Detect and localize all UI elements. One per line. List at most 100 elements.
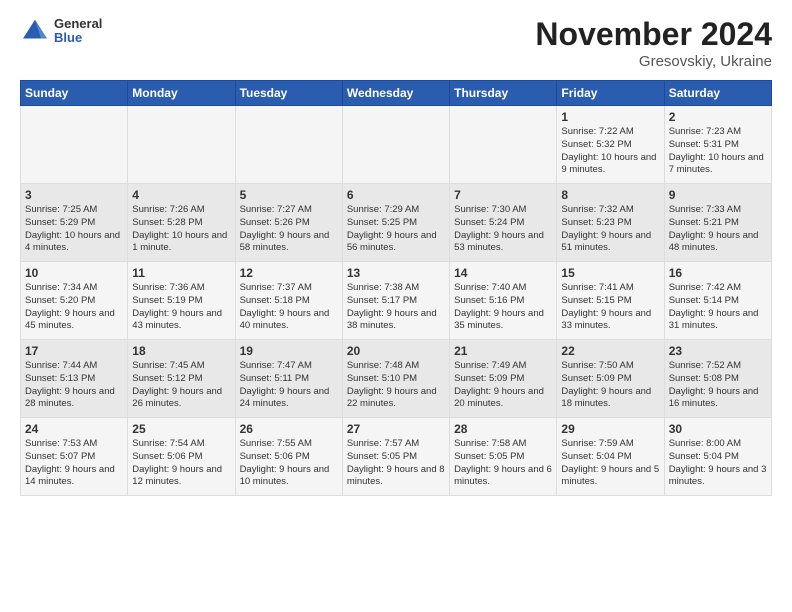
title-block: November 2024 Gresovskiy, Ukraine bbox=[535, 16, 772, 70]
day-detail: Sunrise: 7:27 AM Sunset: 5:26 PM Dayligh… bbox=[240, 204, 338, 255]
day-number: 26 bbox=[240, 422, 338, 436]
col-wednesday: Wednesday bbox=[342, 81, 449, 106]
calendar-cell: 12 Sunrise: 7:37 AM Sunset: 5:18 PM Dayli… bbox=[235, 262, 342, 340]
day-number: 20 bbox=[347, 344, 445, 358]
week-row-5: 24Sunrise: 7:53 AM Sunset: 5:07 PM Dayli… bbox=[21, 418, 772, 496]
calendar-cell: 25 Sunrise: 7:54 AM Sunset: 5:06 PM Dayli… bbox=[128, 418, 235, 496]
calendar-cell: 14 Sunrise: 7:40 AM Sunset: 5:16 PM Dayli… bbox=[450, 262, 557, 340]
col-tuesday: Tuesday bbox=[235, 81, 342, 106]
col-monday: Monday bbox=[128, 81, 235, 106]
calendar-cell: 16Sunrise: 7:42 AM Sunset: 5:14 PM Dayli… bbox=[664, 262, 771, 340]
day-detail: Sunrise: 7:53 AM Sunset: 5:07 PM Dayligh… bbox=[25, 438, 123, 489]
day-number: 27 bbox=[347, 422, 445, 436]
day-number: 29 bbox=[561, 422, 659, 436]
calendar-cell: 19Sunrise: 7:47 AM Sunset: 5:11 PM Dayli… bbox=[235, 340, 342, 418]
calendar-cell: 23 Sunrise: 7:52 AM Sunset: 5:08 PM Dayli… bbox=[664, 340, 771, 418]
calendar-cell: 26 Sunrise: 7:55 AM Sunset: 5:06 PM Dayli… bbox=[235, 418, 342, 496]
day-detail: Sunrise: 7:23 AM Sunset: 5:31 PM Dayligh… bbox=[669, 126, 767, 177]
day-number: 13 bbox=[347, 266, 445, 280]
day-detail: Sunrise: 7:54 AM Sunset: 5:06 PM Dayligh… bbox=[132, 438, 230, 489]
calendar-cell: 1 Sunrise: 7:22 AM Sunset: 5:32 PM Daylig… bbox=[557, 106, 664, 184]
week-row-4: 17Sunrise: 7:44 AM Sunset: 5:13 PM Dayli… bbox=[21, 340, 772, 418]
day-number: 8 bbox=[561, 188, 659, 202]
calendar: Sunday Monday Tuesday Wednesday Thursday… bbox=[20, 80, 772, 496]
day-number: 25 bbox=[132, 422, 230, 436]
calendar-cell bbox=[21, 106, 128, 184]
day-number: 14 bbox=[454, 266, 552, 280]
location: Gresovskiy, Ukraine bbox=[535, 53, 772, 70]
calendar-cell: 18 Sunrise: 7:45 AM Sunset: 5:12 PM Dayli… bbox=[128, 340, 235, 418]
page: General Blue November 2024 Gresovskiy, U… bbox=[0, 0, 792, 506]
col-saturday: Saturday bbox=[664, 81, 771, 106]
calendar-cell: 8 Sunrise: 7:32 AM Sunset: 5:23 PM Daylig… bbox=[557, 184, 664, 262]
calendar-cell bbox=[235, 106, 342, 184]
calendar-cell: 29 Sunrise: 7:59 AM Sunset: 5:04 PM Dayli… bbox=[557, 418, 664, 496]
calendar-cell: 15 Sunrise: 7:41 AM Sunset: 5:15 PM Dayli… bbox=[557, 262, 664, 340]
calendar-cell: 20 Sunrise: 7:48 AM Sunset: 5:10 PM Dayli… bbox=[342, 340, 449, 418]
day-detail: Sunrise: 7:48 AM Sunset: 5:10 PM Dayligh… bbox=[347, 360, 445, 411]
day-detail: Sunrise: 7:25 AM Sunset: 5:29 PM Dayligh… bbox=[25, 204, 123, 255]
calendar-header: Sunday Monday Tuesday Wednesday Thursday… bbox=[21, 81, 772, 106]
logo-icon bbox=[20, 16, 50, 46]
day-detail: Sunrise: 7:59 AM Sunset: 5:04 PM Dayligh… bbox=[561, 438, 659, 489]
logo: General Blue bbox=[20, 16, 102, 46]
day-number: 3 bbox=[25, 188, 123, 202]
day-detail: Sunrise: 7:49 AM Sunset: 5:09 PM Dayligh… bbox=[454, 360, 552, 411]
week-row-3: 10Sunrise: 7:34 AM Sunset: 5:20 PM Dayli… bbox=[21, 262, 772, 340]
logo-general: General bbox=[54, 17, 102, 31]
calendar-cell: 22 Sunrise: 7:50 AM Sunset: 5:09 PM Dayli… bbox=[557, 340, 664, 418]
day-detail: Sunrise: 7:32 AM Sunset: 5:23 PM Dayligh… bbox=[561, 204, 659, 255]
calendar-cell: 4 Sunrise: 7:26 AM Sunset: 5:28 PM Daylig… bbox=[128, 184, 235, 262]
calendar-cell: 7Sunrise: 7:30 AM Sunset: 5:24 PM Daylig… bbox=[450, 184, 557, 262]
day-number: 6 bbox=[347, 188, 445, 202]
logo-blue: Blue bbox=[54, 31, 102, 45]
header: General Blue November 2024 Gresovskiy, U… bbox=[20, 16, 772, 70]
col-thursday: Thursday bbox=[450, 81, 557, 106]
day-number: 19 bbox=[240, 344, 338, 358]
day-detail: Sunrise: 7:40 AM Sunset: 5:16 PM Dayligh… bbox=[454, 282, 552, 333]
day-number: 28 bbox=[454, 422, 552, 436]
calendar-cell bbox=[128, 106, 235, 184]
calendar-cell: 3 Sunrise: 7:25 AM Sunset: 5:29 PM Daylig… bbox=[21, 184, 128, 262]
week-row-2: 3 Sunrise: 7:25 AM Sunset: 5:29 PM Daylig… bbox=[21, 184, 772, 262]
day-detail: Sunrise: 7:38 AM Sunset: 5:17 PM Dayligh… bbox=[347, 282, 445, 333]
calendar-cell: 6 Sunrise: 7:29 AM Sunset: 5:25 PM Daylig… bbox=[342, 184, 449, 262]
calendar-cell: 11Sunrise: 7:36 AM Sunset: 5:19 PM Dayli… bbox=[128, 262, 235, 340]
day-detail: Sunrise: 7:29 AM Sunset: 5:25 PM Dayligh… bbox=[347, 204, 445, 255]
calendar-cell: 30 Sunrise: 8:00 AM Sunset: 5:04 PM Dayli… bbox=[664, 418, 771, 496]
day-number: 1 bbox=[561, 110, 659, 124]
day-number: 30 bbox=[669, 422, 767, 436]
day-detail: Sunrise: 7:50 AM Sunset: 5:09 PM Dayligh… bbox=[561, 360, 659, 411]
day-number: 15 bbox=[561, 266, 659, 280]
day-number: 23 bbox=[669, 344, 767, 358]
day-detail: Sunrise: 7:58 AM Sunset: 5:05 PM Dayligh… bbox=[454, 438, 552, 489]
day-number: 7 bbox=[454, 188, 552, 202]
col-friday: Friday bbox=[557, 81, 664, 106]
day-number: 21 bbox=[454, 344, 552, 358]
calendar-cell: 28 Sunrise: 7:58 AM Sunset: 5:05 PM Dayli… bbox=[450, 418, 557, 496]
day-number: 9 bbox=[669, 188, 767, 202]
calendar-cell: 13 Sunrise: 7:38 AM Sunset: 5:17 PM Dayli… bbox=[342, 262, 449, 340]
day-detail: Sunrise: 7:45 AM Sunset: 5:12 PM Dayligh… bbox=[132, 360, 230, 411]
calendar-cell: 5 Sunrise: 7:27 AM Sunset: 5:26 PM Daylig… bbox=[235, 184, 342, 262]
day-detail: Sunrise: 7:42 AM Sunset: 5:14 PM Dayligh… bbox=[669, 282, 767, 333]
day-detail: Sunrise: 7:44 AM Sunset: 5:13 PM Dayligh… bbox=[25, 360, 123, 411]
day-number: 4 bbox=[132, 188, 230, 202]
day-detail: Sunrise: 7:37 AM Sunset: 5:18 PM Dayligh… bbox=[240, 282, 338, 333]
day-detail: Sunrise: 7:41 AM Sunset: 5:15 PM Dayligh… bbox=[561, 282, 659, 333]
day-number: 22 bbox=[561, 344, 659, 358]
day-detail: Sunrise: 7:26 AM Sunset: 5:28 PM Dayligh… bbox=[132, 204, 230, 255]
logo-text: General Blue bbox=[54, 17, 102, 46]
day-detail: Sunrise: 8:00 AM Sunset: 5:04 PM Dayligh… bbox=[669, 438, 767, 489]
day-detail: Sunrise: 7:33 AM Sunset: 5:21 PM Dayligh… bbox=[669, 204, 767, 255]
day-number: 12 bbox=[240, 266, 338, 280]
day-detail: Sunrise: 7:22 AM Sunset: 5:32 PM Dayligh… bbox=[561, 126, 659, 177]
day-detail: Sunrise: 7:55 AM Sunset: 5:06 PM Dayligh… bbox=[240, 438, 338, 489]
day-detail: Sunrise: 7:52 AM Sunset: 5:08 PM Dayligh… bbox=[669, 360, 767, 411]
calendar-cell: 9 Sunrise: 7:33 AM Sunset: 5:21 PM Daylig… bbox=[664, 184, 771, 262]
day-number: 5 bbox=[240, 188, 338, 202]
day-number: 18 bbox=[132, 344, 230, 358]
calendar-cell: 24Sunrise: 7:53 AM Sunset: 5:07 PM Dayli… bbox=[21, 418, 128, 496]
calendar-cell bbox=[342, 106, 449, 184]
calendar-cell: 21 Sunrise: 7:49 AM Sunset: 5:09 PM Dayli… bbox=[450, 340, 557, 418]
